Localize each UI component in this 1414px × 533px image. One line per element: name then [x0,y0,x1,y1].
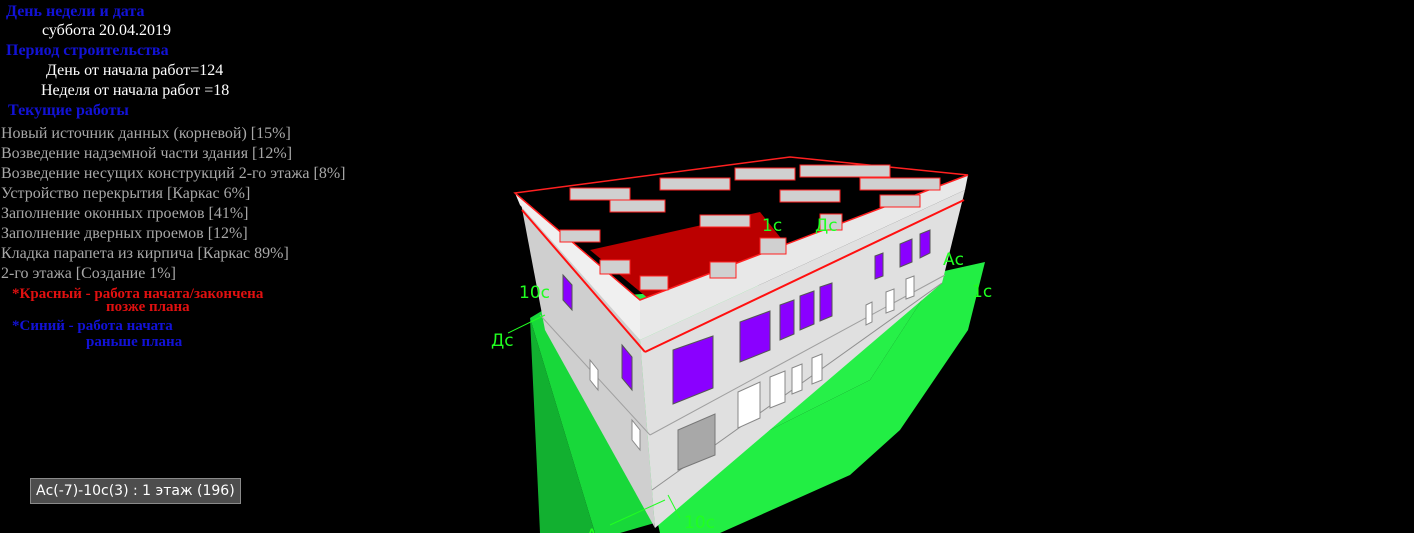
work-item: Заполнение оконных проемов [41%] [1,205,249,222]
axis-label-ac-right: Ас [943,250,964,270]
week-counter: Неделя от начала работ =18 [41,82,230,99]
axis-label-10c-left: 10с [519,283,550,303]
legend-blue-line2: раньше плана [86,334,183,350]
period-header: Период строительства [6,42,169,59]
work-item: 2-го этажа [Создание 1%] [1,265,176,282]
work-item: Возведение надземной части здания [12%] [1,145,293,162]
axis-label-a-bottom: А [586,526,598,533]
axis-label-1c-right: 1с [972,282,992,302]
axis-label-dc-top: Дс [815,216,838,236]
legend-blue-line1: *Синий - работа начата [12,318,173,334]
current-works-header: Текущие работы [8,102,129,119]
work-item: Кладка парапета из кирпича [Каркас 89%] [1,245,289,262]
axis-label-10c-bottom: 10с [684,513,715,533]
date-value: суббота 20.04.2019 [42,22,172,39]
work-item: Устройство перекрытия [Каркас 6%] [1,185,251,202]
date-header: День недели и дата [6,3,145,20]
legend-red-line2: позже плана [106,299,190,315]
work-item: Новый источник данных (корневой) [15%] [1,125,291,142]
axis-label-dc-left: Дс [491,331,514,351]
axis-label-1c-top: 1с [762,216,782,236]
work-item: Возведение несущих конструкций 2-го этаж… [1,165,346,182]
work-item: Заполнение дверных проемов [12%] [1,225,248,242]
selection-status-label: Ас(-7)-10с(3) : 1 этаж (196) [30,478,241,504]
day-counter: День от начала работ=124 [46,62,224,79]
building-3d-view[interactable]: 1с Дс Ас 1с 10с Дс 10с А [0,0,1414,533]
